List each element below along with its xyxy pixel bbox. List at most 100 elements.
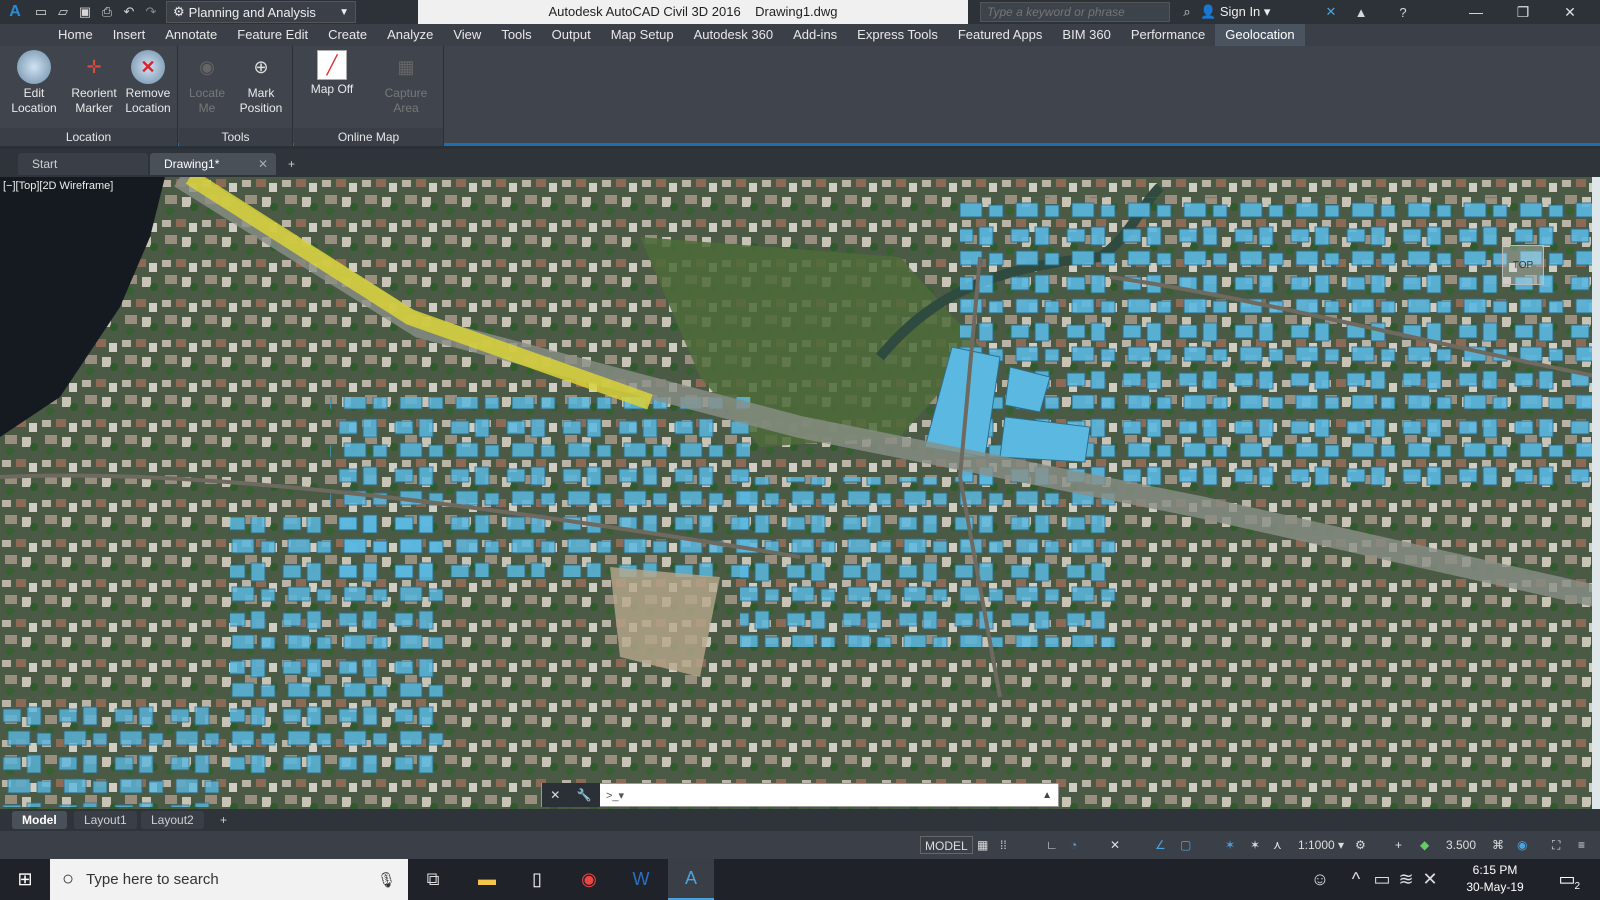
plus-icon[interactable]: +	[1395, 836, 1402, 854]
chevron-up-icon[interactable]: ▲	[1042, 790, 1052, 801]
pin-icon: ⊕	[253, 56, 269, 77]
add-layout-icon[interactable]: +	[210, 811, 237, 829]
redo-icon[interactable]: ↷	[140, 1, 162, 23]
exchange-icon[interactable]: ✕	[1320, 1, 1342, 23]
help-icon[interactable]: ?	[1392, 1, 1414, 23]
tab-performance[interactable]: Performance	[1121, 24, 1215, 46]
close-command-icon[interactable]: ✕	[550, 788, 560, 802]
tab-model[interactable]: Model	[12, 811, 67, 829]
remove-location-button[interactable]: ✕ Remove Location	[120, 50, 176, 116]
mark-position-button[interactable]: ⊕ Mark Position	[233, 50, 289, 116]
layer-icon[interactable]: ◆	[1420, 836, 1429, 854]
locate-me-button[interactable]: ◉ Locate Me	[179, 50, 235, 116]
viewcube[interactable]: TOP	[1502, 245, 1544, 285]
layout-tabs: Model Layout1 Layout2 +	[0, 809, 1600, 831]
tab-featured-apps[interactable]: Featured Apps	[948, 24, 1053, 46]
snap-icon[interactable]: ⁞⁞	[1000, 836, 1007, 854]
file-explorer-icon[interactable]: ▬	[464, 859, 510, 900]
volume-muted-icon[interactable]: ✕	[1418, 859, 1442, 900]
binoculars-icon[interactable]: ⌕	[1176, 1, 1198, 23]
command-prompt-icon[interactable]: >_▾	[606, 789, 624, 802]
tab-insert[interactable]: Insert	[103, 24, 156, 46]
tab-add-ins[interactable]: Add-ins	[783, 24, 847, 46]
lineweight-icon[interactable]: ∠	[1155, 836, 1166, 854]
drawing-viewport[interactable]: [−][Top][2D Wireframe] TOP ✕ 🔧 >_▾ ▲	[0, 177, 1600, 809]
ortho-icon[interactable]: ∟	[1046, 836, 1058, 854]
battery-icon[interactable]: ▭	[1370, 859, 1394, 900]
capture-area-button[interactable]: ▦ Capture Area	[376, 50, 436, 116]
tab-autodesk-360[interactable]: Autodesk 360	[684, 24, 784, 46]
tab-output[interactable]: Output	[542, 24, 601, 46]
tab-analyze[interactable]: Analyze	[377, 24, 443, 46]
microphone-icon[interactable]: 🎙	[377, 871, 396, 889]
gear-icon[interactable]: ⚙	[1355, 836, 1366, 854]
new-file-icon[interactable]: ▭	[30, 1, 52, 23]
model-space-button[interactable]: MODEL	[920, 836, 973, 854]
location-panel-title: Location	[0, 128, 177, 146]
tab-bim-360[interactable]: BIM 360	[1052, 24, 1120, 46]
auto-scale-icon[interactable]: ✶	[1250, 836, 1260, 854]
tab-feature-edit[interactable]: Feature Edit	[227, 24, 318, 46]
tab-start[interactable]: Start	[18, 153, 148, 175]
annotation-scale-icon[interactable]: ⋏	[1273, 836, 1282, 854]
grid-icon[interactable]: ▦	[977, 836, 988, 854]
tab-view[interactable]: View	[443, 24, 491, 46]
taskbar-search[interactable]: ○ Type here to search 🎙	[50, 859, 408, 900]
isolate-icon[interactable]: ◉	[1517, 836, 1527, 854]
tab-geolocation[interactable]: Geolocation	[1215, 24, 1305, 46]
open-folder-icon[interactable]: ▱	[52, 1, 74, 23]
tab-map-setup[interactable]: Map Setup	[601, 24, 684, 46]
clock-date: 30-May-19	[1466, 880, 1524, 894]
word-icon[interactable]: W	[618, 859, 664, 900]
people-icon[interactable]: ☺	[1306, 859, 1334, 900]
edit-location-button[interactable]: Edit Location	[6, 50, 62, 116]
wrench-icon[interactable]: 🔧	[577, 788, 592, 802]
clock[interactable]: 6:15 PM 30-May-19	[1455, 862, 1535, 896]
fullscreen-icon[interactable]: ⛶	[1552, 836, 1560, 854]
restore-button[interactable]: ❐	[1500, 0, 1546, 24]
action-center-icon[interactable]: ▭ 2	[1544, 859, 1590, 900]
windows-start-icon[interactable]: ⊞	[2, 859, 48, 900]
save-icon[interactable]: ▣	[74, 1, 96, 23]
online-map-panel: ╱ Map Off ▦ Capture Area Online Map	[294, 46, 444, 146]
command-line[interactable]: ✕ 🔧 >_▾ ▲	[541, 783, 1059, 807]
wifi-icon[interactable]: ≋	[1394, 859, 1418, 900]
chrome-icon[interactable]: ◉	[566, 859, 612, 900]
elevation-value[interactable]: 3.500	[1446, 836, 1476, 854]
notepad-icon[interactable]: ▯	[514, 859, 560, 900]
add-tab-icon[interactable]: +	[282, 153, 306, 175]
tab-drawing1[interactable]: Drawing1* ✕	[150, 153, 276, 175]
customize-menu-icon[interactable]: ≡	[1578, 836, 1585, 854]
workspace-selector[interactable]: ⚙ Planning and Analysis ▼	[166, 1, 356, 23]
task-view-icon[interactable]: ⧉	[410, 859, 456, 900]
viewport-controls-label[interactable]: [−][Top][2D Wireframe]	[3, 180, 113, 192]
minimize-button[interactable]: —	[1453, 0, 1499, 24]
polar-icon[interactable]: ◔	[1070, 836, 1077, 854]
tab-home[interactable]: Home	[48, 24, 103, 46]
osnap-icon[interactable]: ✕	[1110, 836, 1120, 854]
autocad-taskbar-icon[interactable]: A	[668, 859, 714, 900]
tab-tools[interactable]: Tools	[491, 24, 541, 46]
map-off-button[interactable]: ╱ Map Off	[302, 50, 362, 97]
annotation-visibility-icon[interactable]: ✶	[1225, 836, 1235, 854]
scale-dropdown[interactable]: 1:1000 ▾	[1298, 836, 1344, 854]
undo-icon[interactable]: ↶	[118, 1, 140, 23]
tab-annotate[interactable]: Annotate	[155, 24, 227, 46]
close-button[interactable]: ✕	[1547, 0, 1593, 24]
reorient-marker-label: Reorient Marker	[71, 86, 117, 115]
close-icon[interactable]: ✕	[258, 153, 268, 175]
tab-create[interactable]: Create	[318, 24, 377, 46]
chevron-up-icon[interactable]: ^	[1344, 859, 1368, 900]
search-input[interactable]	[980, 2, 1170, 22]
autodesk-account-icon[interactable]: ▲	[1350, 1, 1372, 23]
units-icon[interactable]: ⌘	[1492, 836, 1504, 854]
print-icon[interactable]: ⎙	[96, 1, 118, 23]
tab-layout2[interactable]: Layout2	[141, 811, 204, 829]
tab-express-tools[interactable]: Express Tools	[847, 24, 948, 46]
reorient-marker-button[interactable]: ✛ Reorient Marker	[66, 50, 122, 116]
tab-layout1[interactable]: Layout1	[74, 811, 137, 829]
sign-in-button[interactable]: 👤 Sign In ▾	[1200, 0, 1270, 24]
autocad-logo-icon[interactable]: A	[0, 1, 30, 23]
vertical-scrollbar[interactable]	[1592, 177, 1600, 809]
transparency-icon[interactable]: ▢	[1180, 836, 1191, 854]
